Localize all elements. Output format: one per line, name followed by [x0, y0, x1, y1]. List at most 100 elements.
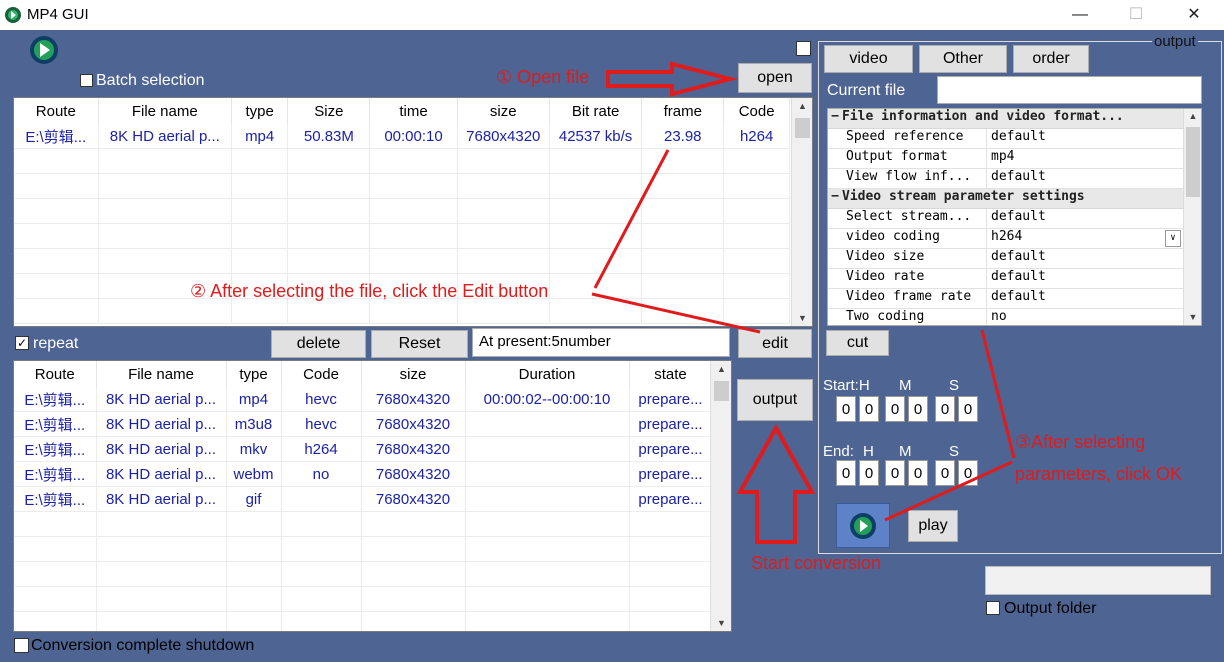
column-header[interactable]: Route	[14, 98, 99, 124]
output-group-title: output	[1152, 33, 1198, 50]
column-header[interactable]: state	[629, 361, 713, 387]
output-folder-input[interactable]	[985, 566, 1211, 595]
table-cell: gif	[226, 486, 282, 512]
property-key: Select stream...	[842, 209, 987, 228]
column-header[interactable]: Bit rate	[549, 98, 643, 124]
play-button[interactable]: play	[908, 510, 958, 542]
end-digit-input[interactable]: 0	[908, 460, 928, 486]
output-folder-checkbox[interactable]	[986, 601, 1000, 615]
current-file-input[interactable]	[937, 76, 1202, 104]
column-header[interactable]: size	[457, 98, 550, 124]
start-digit-input[interactable]: 0	[935, 396, 955, 422]
tab-order[interactable]: order	[1013, 45, 1089, 73]
start-digit-input[interactable]: 0	[958, 396, 978, 422]
tab-video[interactable]: video	[824, 45, 913, 73]
table-cell: 8K HD aerial p...	[96, 486, 227, 512]
delete-button[interactable]: delete	[271, 330, 366, 358]
property-row[interactable]: View flow inf... default	[828, 169, 1183, 189]
end-digit-input[interactable]: 0	[885, 460, 905, 486]
property-row[interactable]: Video size default	[828, 249, 1183, 269]
table-row[interactable]: E:\剪辑... 8K HD aerial p... mkv h264 7680x432…	[14, 436, 713, 462]
end-digit-input[interactable]: 0	[859, 460, 879, 486]
property-row[interactable]: Select stream... default	[828, 209, 1183, 229]
scroll-down-icon[interactable]: ▼	[711, 618, 731, 628]
ok-button[interactable]	[836, 503, 890, 548]
start-digit-input[interactable]: 0	[908, 396, 928, 422]
property-row[interactable]: video coding h264 ∨	[828, 229, 1183, 249]
scroll-up-icon[interactable]: ▲	[711, 364, 731, 374]
close-button[interactable]: ✕	[1171, 4, 1217, 26]
chevron-down-icon[interactable]: ∨	[1165, 230, 1181, 247]
table-row[interactable]: E:\剪辑... 8K HD aerial p... gif 7680x4320 pre…	[14, 486, 713, 512]
open-button[interactable]: open	[738, 63, 812, 93]
column-header[interactable]: Code	[281, 361, 362, 387]
toggle-checkbox[interactable]	[796, 41, 811, 56]
end-digit-input[interactable]: 0	[935, 460, 955, 486]
scroll-down-icon[interactable]: ▼	[1184, 312, 1201, 322]
table-row[interactable]: E:\剪辑... 8K HD aerial p... mp4 hevc 7680x432…	[14, 387, 713, 412]
end-digit-input[interactable]: 0	[958, 460, 978, 486]
property-value[interactable]: h264 ∨	[987, 229, 1183, 248]
property-row[interactable]: Two coding no	[828, 309, 1183, 325]
shutdown-checkbox[interactable]	[14, 638, 29, 653]
column-header[interactable]: time	[369, 98, 458, 124]
table-row[interactable]: E:\剪辑... 8K HD aerial p... webm no 7680x4320…	[14, 461, 713, 487]
table-cell: 00:00:02--00:00:10	[465, 387, 630, 412]
tab-other[interactable]: Other	[919, 45, 1007, 73]
property-value[interactable]: default	[987, 249, 1183, 268]
property-value-text: default	[991, 289, 1046, 304]
column-header[interactable]: Code	[723, 98, 790, 124]
scroll-up-icon[interactable]: ▲	[792, 101, 812, 111]
column-header[interactable]: Size	[287, 98, 371, 124]
property-value[interactable]: default	[987, 209, 1183, 228]
column-header[interactable]: Route	[14, 361, 97, 387]
property-value[interactable]: default	[987, 289, 1183, 308]
property-value[interactable]: default	[987, 169, 1183, 188]
column-header[interactable]: type	[231, 98, 289, 124]
column-header[interactable]: File name	[98, 98, 232, 124]
table-cell: no	[281, 461, 362, 487]
property-value[interactable]: mp4	[987, 149, 1183, 168]
minimize-button[interactable]: —	[1057, 4, 1103, 26]
property-row[interactable]: Speed reference default	[828, 129, 1183, 149]
property-grid-scrollbar[interactable]: ▲ ▼	[1183, 109, 1201, 325]
end-digit-input[interactable]: 0	[836, 460, 856, 486]
property-value[interactable]: no	[987, 309, 1183, 325]
scroll-thumb[interactable]	[714, 381, 729, 401]
table-row[interactable]: E:\剪辑... 8K HD aerial p... mp4 50.83M 00:00:…	[14, 124, 790, 149]
table-row[interactable]: E:\剪辑... 8K HD aerial p... m3u8 hevc 7680x43…	[14, 411, 713, 437]
queue-table-scrollbar[interactable]: ▲ ▼	[710, 361, 731, 631]
collapse-icon[interactable]: −	[828, 109, 842, 128]
scroll-thumb[interactable]	[795, 118, 810, 138]
property-value[interactable]: default	[987, 129, 1183, 148]
maximize-button[interactable]: ☐	[1113, 4, 1159, 26]
start-digit-input[interactable]: 0	[836, 396, 856, 422]
start-digit-input[interactable]: 0	[859, 396, 879, 422]
scroll-thumb[interactable]	[1186, 127, 1200, 197]
queue-table: Route File name type Code size Duration state …	[13, 360, 732, 632]
column-header[interactable]: Duration	[465, 361, 630, 387]
edit-button[interactable]: edit	[738, 329, 812, 358]
output-button[interactable]: output	[737, 379, 813, 421]
column-header[interactable]: File name	[96, 361, 227, 387]
start-digit-input[interactable]: 0	[885, 396, 905, 422]
column-header[interactable]: type	[226, 361, 282, 387]
property-section-header[interactable]: − Video stream parameter settings	[828, 189, 1183, 209]
reset-button[interactable]: Reset	[371, 330, 468, 358]
scroll-down-icon[interactable]: ▼	[792, 313, 812, 323]
column-header[interactable]: size	[361, 361, 466, 387]
property-row[interactable]: Output format mp4	[828, 149, 1183, 169]
collapse-icon[interactable]: −	[828, 189, 842, 208]
file-table-scrollbar[interactable]: ▲ ▼	[791, 98, 812, 326]
property-row[interactable]: Video frame rate default	[828, 289, 1183, 309]
batch-selection-checkbox[interactable]	[80, 74, 93, 87]
property-value[interactable]: default	[987, 269, 1183, 288]
property-row[interactable]: Video rate default	[828, 269, 1183, 289]
scroll-up-icon[interactable]: ▲	[1184, 111, 1201, 121]
cut-button[interactable]: cut	[826, 330, 889, 356]
property-section-header[interactable]: − File information and video format...	[828, 109, 1183, 129]
repeat-checkbox[interactable]: ✓	[15, 336, 29, 350]
column-header[interactable]: frame	[641, 98, 725, 124]
table-cell: 8K HD aerial p...	[96, 461, 227, 487]
empty-row	[14, 148, 790, 174]
